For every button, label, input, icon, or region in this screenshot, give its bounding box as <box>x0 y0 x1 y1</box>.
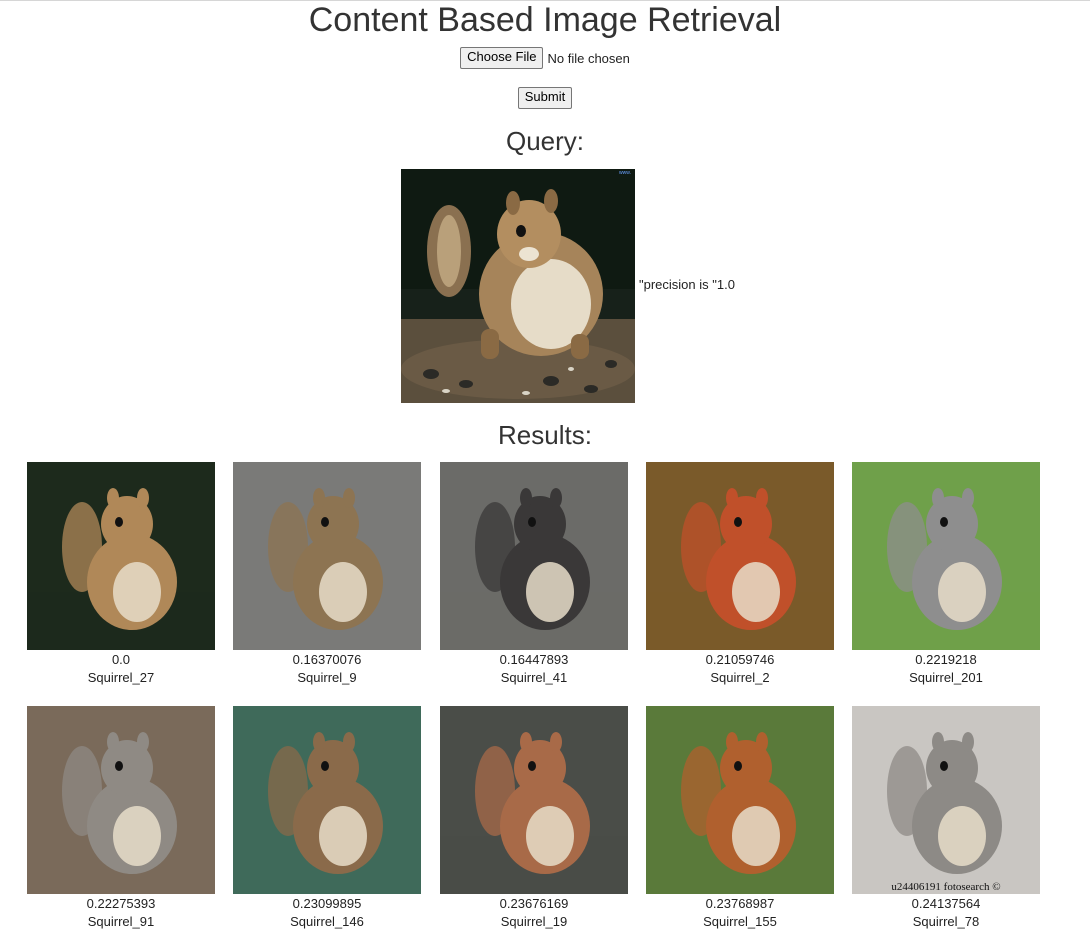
file-status: No file chosen <box>547 50 630 66</box>
result-label: Squirrel_146 <box>290 914 364 929</box>
page-title: Content Based Image Retrieval <box>308 1 782 39</box>
result-image <box>27 706 215 894</box>
result-image <box>646 706 834 894</box>
result-image <box>646 462 834 650</box>
result-score: 0.23676169 <box>499 896 569 911</box>
result-card: 0.0 Squirrel_27 <box>27 462 215 687</box>
result-score: 0.24137564 <box>911 896 981 911</box>
result-image <box>27 462 215 650</box>
result-label: Squirrel_78 <box>912 914 980 929</box>
result-card: 0.23676169 Squirrel_19 <box>440 706 628 931</box>
result-card: 0.21059746 Squirrel_2 <box>646 462 834 687</box>
result-score: 0.23099895 <box>292 896 362 911</box>
result-card: 0.16447893 Squirrel_41 <box>440 462 628 687</box>
query-heading: Query: <box>505 126 585 156</box>
result-label: Squirrel_27 <box>87 670 155 685</box>
result-label: Squirrel_9 <box>297 670 357 685</box>
result-score: 0.0 <box>111 652 131 667</box>
result-label: Squirrel_2 <box>710 670 770 685</box>
result-label: Squirrel_155 <box>703 914 777 929</box>
page: Content Based Image Retrieval Choose Fil… <box>0 0 1090 935</box>
result-label: Squirrel_19 <box>500 914 568 929</box>
result-score: 0.21059746 <box>705 652 775 667</box>
result-image <box>233 462 421 650</box>
result-image <box>233 706 421 894</box>
result-label: Squirrel_91 <box>87 914 155 929</box>
result-card: 0.23768987 Squirrel_155 <box>646 706 834 931</box>
choose-file-button[interactable]: Choose File <box>460 47 544 69</box>
svg-text:www.: www. <box>619 170 631 176</box>
result-label: Squirrel_201 <box>909 670 983 685</box>
result-score: 0.2219218 <box>915 652 977 667</box>
upload-row: Choose File No file chosen <box>0 47 1090 69</box>
result-score: 0.22275393 <box>86 896 156 911</box>
result-image <box>440 462 628 650</box>
result-image <box>852 462 1040 650</box>
precision-text: "precision is "1.0 <box>639 277 735 292</box>
submit-row: Submit <box>0 87 1090 109</box>
result-score: 0.16447893 <box>499 652 569 667</box>
result-card: 0.2219218 Squirrel_201 <box>852 462 1040 687</box>
result-card: 0.16370076 Squirrel_9 <box>233 462 421 687</box>
submit-button[interactable]: Submit <box>517 87 573 109</box>
result-card: 0.22275393 Squirrel_91 <box>27 706 215 931</box>
result-image: u24406191 fotosearch © <box>852 706 1040 894</box>
result-score: 0.23768987 <box>705 896 775 911</box>
watermark-text: u24406191 fotosearch © <box>891 881 1000 893</box>
results-heading: Results: <box>498 420 592 450</box>
query-image: www. <box>401 169 635 403</box>
result-card: 0.23099895 Squirrel_146 <box>233 706 421 931</box>
result-image <box>440 706 628 894</box>
result-label: Squirrel_41 <box>500 670 568 685</box>
result-score: 0.16370076 <box>292 652 362 667</box>
result-card: u24406191 fotosearch © 0.24137564 Squirrel… <box>852 706 1040 931</box>
